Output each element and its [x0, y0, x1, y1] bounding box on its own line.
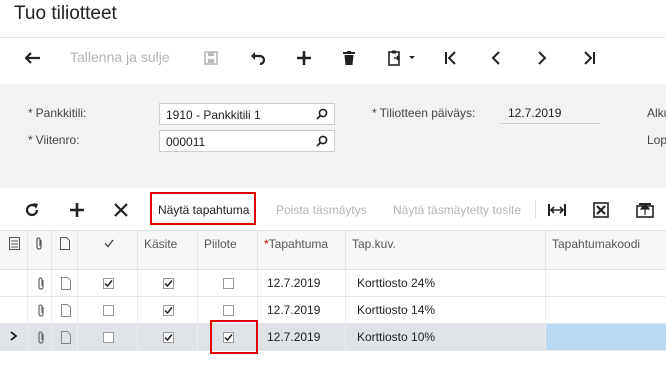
delete-icon[interactable] — [338, 47, 360, 69]
reference-field[interactable]: 000011 — [159, 130, 335, 152]
column-transaction-code[interactable]: Tapahtumakoodi — [546, 231, 666, 269]
table-row[interactable]: 12.7.2019 Korttiosto 14% — [0, 297, 666, 324]
statement-date-field[interactable]: 12.7.2019 — [500, 103, 600, 124]
save-close-button[interactable]: Tallenna ja sulje — [70, 49, 170, 65]
reference-label: * Viitenro: — [28, 133, 80, 147]
transaction-code-cell[interactable] — [546, 297, 666, 323]
fit-columns-icon[interactable] — [546, 199, 568, 221]
current-row-arrow-icon — [10, 331, 18, 341]
save-icon[interactable] — [200, 47, 222, 69]
select-checkbox[interactable] — [103, 332, 114, 343]
first-record-icon[interactable] — [440, 47, 462, 69]
note-icon[interactable] — [52, 270, 78, 296]
last-record-icon[interactable] — [578, 47, 600, 69]
table-row[interactable]: 12.7.2019 Korttiosto 10% — [0, 324, 666, 351]
highlight-box — [210, 320, 258, 354]
show-matched-document-button[interactable]: Näytä täsmäytetty tosite — [393, 203, 521, 217]
excel-export-icon[interactable] — [590, 199, 612, 221]
table-header: Käsite Piilote *Tapahtuma Tap.kuv. Tapah… — [0, 230, 666, 270]
transaction-code-cell[interactable] — [546, 270, 666, 296]
date-cell: 12.7.2019 — [258, 297, 346, 323]
date-cell: 12.7.2019 — [258, 324, 346, 350]
column-date[interactable]: *Tapahtuma — [258, 231, 346, 269]
refresh-icon[interactable] — [21, 199, 43, 221]
row-selector[interactable] — [0, 324, 28, 350]
reference-value: 000011 — [166, 135, 206, 149]
attachment-icon[interactable] — [28, 324, 52, 350]
description-cell: Korttiosto 10% — [346, 324, 546, 350]
attachment-icon — [28, 231, 52, 269]
note-icon — [52, 231, 78, 269]
handled-checkbox[interactable] — [163, 305, 174, 316]
description-cell: Korttiosto 24% — [346, 270, 546, 296]
handled-checkbox[interactable] — [163, 278, 174, 289]
page-title: Tuo tiliotteet — [14, 3, 117, 24]
bank-account-value: 1910 - Pankkitili 1 — [166, 108, 261, 122]
next-record-icon[interactable] — [531, 47, 553, 69]
statement-date-label: * Tiliotteen päiväys: — [372, 106, 476, 120]
row-settings-icon[interactable] — [0, 231, 28, 269]
note-icon[interactable] — [52, 324, 78, 350]
column-description[interactable]: Tap.kuv. — [346, 231, 546, 269]
header-checkmark-icon — [78, 231, 138, 269]
column-handled[interactable]: Käsite — [138, 231, 198, 269]
paste-dropdown-icon[interactable] — [386, 47, 420, 69]
select-checkbox[interactable] — [103, 278, 114, 289]
main-toolbar: Tallenna ja sulje — [0, 37, 666, 78]
upload-icon[interactable] — [634, 199, 656, 221]
handled-checkbox[interactable] — [163, 332, 174, 343]
highlight-box — [150, 192, 256, 225]
attachment-icon[interactable] — [28, 297, 52, 323]
table-row[interactable]: 12.7.2019 Korttiosto 24% — [0, 270, 666, 297]
date-cell: 12.7.2019 — [258, 270, 346, 296]
remove-match-button[interactable]: Poista täsmäytys — [276, 203, 367, 217]
hidden-checkbox[interactable] — [223, 305, 234, 316]
bank-account-label: * Pankkitili: — [28, 106, 87, 120]
add-icon[interactable] — [293, 47, 315, 69]
bank-account-field[interactable]: 1910 - Pankkitili 1 — [159, 103, 335, 125]
column-hidden[interactable]: Piilote — [198, 231, 258, 269]
add-row-icon[interactable] — [66, 199, 88, 221]
undo-icon[interactable] — [247, 47, 269, 69]
start-balance-label: Alku — [647, 106, 666, 120]
attachment-icon[interactable] — [28, 270, 52, 296]
statement-form: * Pankkitili: 1910 - Pankkitili 1 * Viiten… — [0, 84, 666, 188]
previous-record-icon[interactable] — [485, 47, 507, 69]
hidden-checkbox[interactable] — [223, 278, 234, 289]
delete-row-icon[interactable] — [110, 199, 132, 221]
search-icon[interactable] — [316, 108, 328, 123]
end-balance-label: Lop — [647, 133, 666, 147]
back-arrow-icon[interactable] — [22, 47, 44, 69]
note-icon[interactable] — [52, 297, 78, 323]
toolbar-divider — [535, 200, 536, 218]
row-selector[interactable] — [0, 297, 28, 323]
transaction-code-cell[interactable] — [546, 324, 666, 350]
select-checkbox[interactable] — [103, 305, 114, 316]
row-selector[interactable] — [0, 270, 28, 296]
search-icon[interactable] — [316, 135, 328, 150]
grid-toolbar: Näytä tapahtuma Poista täsmäytys Näytä t… — [0, 190, 666, 228]
description-cell: Korttiosto 14% — [346, 297, 546, 323]
